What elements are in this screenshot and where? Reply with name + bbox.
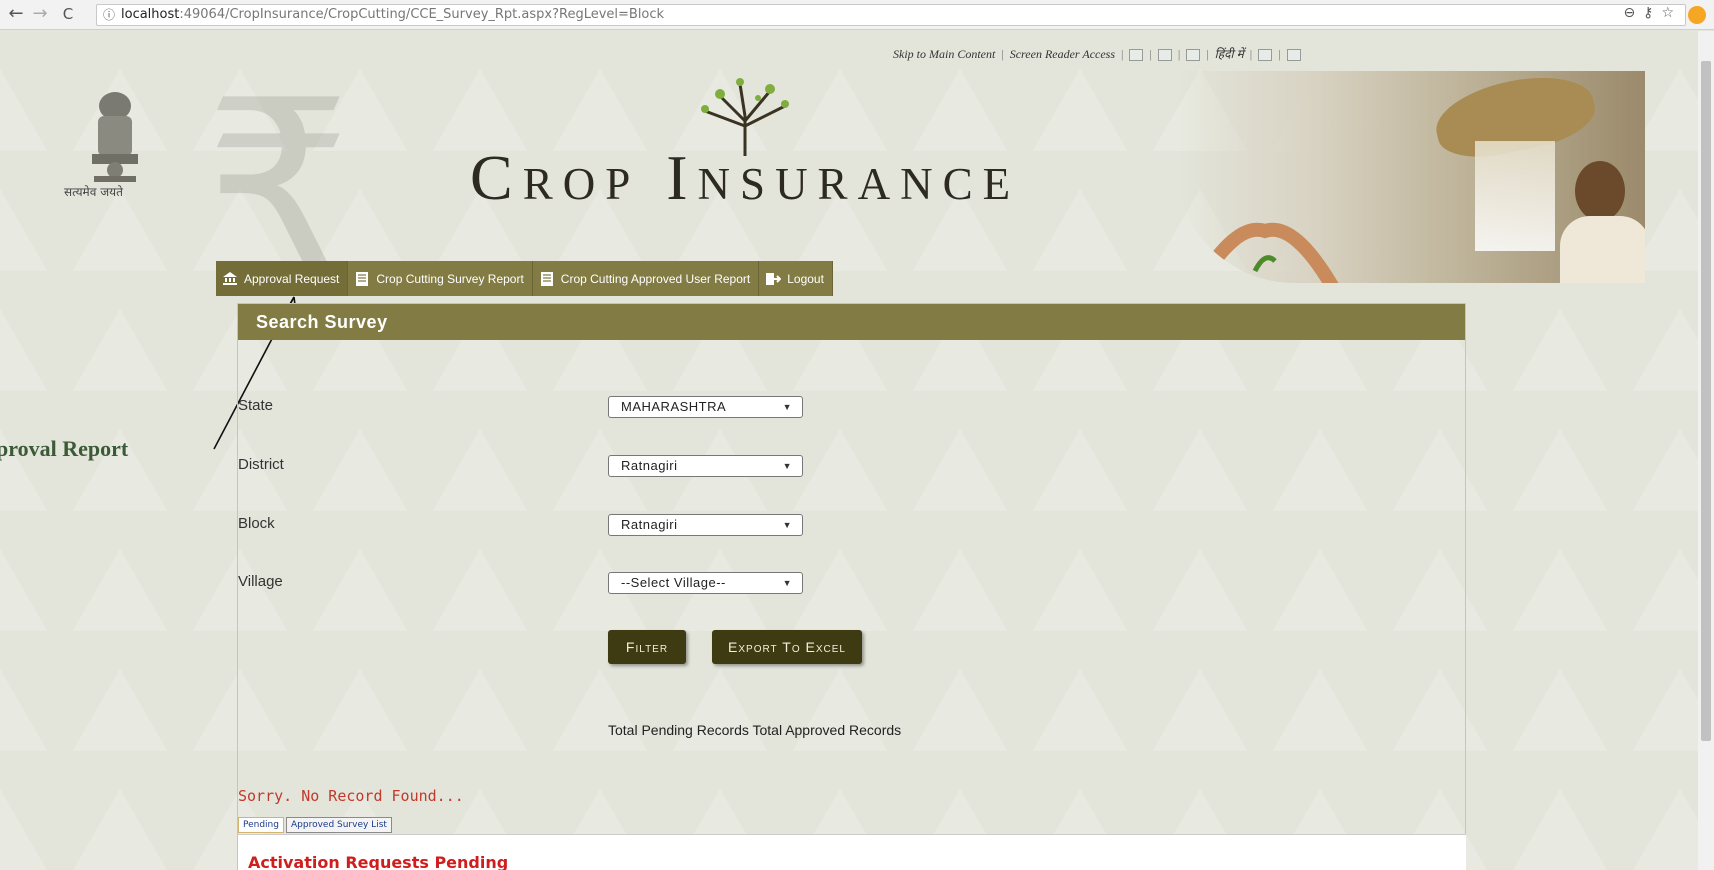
info-icon[interactable]: ⓘ xyxy=(103,5,115,25)
pending-content: Activation Requests Pending xyxy=(238,834,1466,870)
theme-icon[interactable] xyxy=(1286,49,1301,62)
extension-icon[interactable] xyxy=(1688,6,1706,24)
browser-toolbar: ← → C ⓘ localhost:49064/CropInsurance/Cro… xyxy=(0,0,1714,30)
font-decrease-icon[interactable] xyxy=(1129,49,1144,62)
state-value: MAHARASHTRA xyxy=(621,399,727,414)
report-document-icon xyxy=(356,271,369,286)
dropdown-arrow-icon: ▼ xyxy=(782,578,792,588)
contrast-icon[interactable] xyxy=(1258,49,1273,62)
dropdown-arrow-icon: ▼ xyxy=(782,402,792,412)
government-building-icon xyxy=(223,271,237,285)
menu-label: Approval Request xyxy=(244,271,340,286)
state-label: State xyxy=(238,397,274,414)
report-document-icon xyxy=(540,271,553,286)
page-body: Skip to Main Content | Screen Reader Acces… xyxy=(0,31,1714,870)
menu-label: Logout xyxy=(787,271,824,286)
pending-title: Activation Requests Pending xyxy=(248,853,509,870)
emblem-caption: सत्यमेव जयते xyxy=(64,185,123,199)
url-host: localhost xyxy=(121,7,180,22)
no-record-message: Sorry. No Record Found... xyxy=(238,787,464,805)
district-label: District xyxy=(238,456,284,473)
village-value: --Select Village-- xyxy=(621,575,726,590)
url-path: :49064/CropInsurance/CropCutting/CCE_Sur… xyxy=(179,7,665,22)
block-value: Ratnagiri xyxy=(621,517,678,532)
tab-pending[interactable]: Pending xyxy=(238,817,284,833)
site-title: Crop Insurance xyxy=(470,142,1021,213)
village-select[interactable]: --Select Village-- ▼ xyxy=(608,572,803,594)
bookmark-star-icon[interactable]: ☆ xyxy=(1661,5,1674,21)
zoom-icon[interactable]: ⊖ xyxy=(1623,5,1635,21)
browser-action-icons: ⊖ ⚷ ☆ xyxy=(1615,5,1674,21)
main-menu: Approval Request Crop Cutting Survey Rep… xyxy=(216,261,833,296)
menu-crop-cutting-approved-user-report[interactable]: Crop Cutting Approved User Report xyxy=(533,261,760,296)
dropdown-arrow-icon: ▼ xyxy=(782,520,792,530)
menu-label: Crop Cutting Approved User Report xyxy=(560,271,751,286)
block-select[interactable]: Ratnagiri ▼ xyxy=(608,514,803,536)
menu-approval-request[interactable]: Approval Request xyxy=(216,261,349,296)
hindi-link[interactable]: हिंदी में xyxy=(1215,47,1244,61)
accessibility-bar: Skip to Main Content | Screen Reader Acces… xyxy=(893,45,1301,62)
menu-label: Crop Cutting Survey Report xyxy=(376,271,524,286)
forward-icon[interactable]: → xyxy=(30,4,50,24)
page-scrollbar[interactable] xyxy=(1698,31,1714,870)
logout-icon xyxy=(766,272,782,285)
font-increase-icon[interactable] xyxy=(1186,49,1201,62)
scrollbar-thumb[interactable] xyxy=(1701,61,1711,741)
panel-title: Search Survey xyxy=(238,304,1465,340)
menu-logout[interactable]: Logout xyxy=(759,261,833,296)
district-select[interactable]: Ratnagiri ▼ xyxy=(608,455,803,477)
filter-button[interactable]: Filter xyxy=(608,630,686,664)
block-label: Block xyxy=(238,515,275,532)
annotation-label: proval Report xyxy=(0,436,129,461)
menu-crop-cutting-survey-report[interactable]: Crop Cutting Survey Report xyxy=(348,261,533,296)
records-totals: Total Pending Records Total Approved Rec… xyxy=(608,722,902,738)
tab-approved-survey-list[interactable]: Approved Survey List xyxy=(285,817,392,833)
screen-reader-link[interactable]: Screen Reader Access xyxy=(1010,47,1115,61)
search-survey-panel: Search Survey State MAHARASHTRA ▼ Distri… xyxy=(237,303,1466,870)
dropdown-arrow-icon: ▼ xyxy=(782,461,792,471)
skip-to-main-link[interactable]: Skip to Main Content xyxy=(893,47,995,61)
survey-tabs: Pending Approved Survey List xyxy=(238,817,394,833)
farmer-banner-image xyxy=(1175,71,1645,283)
village-label: Village xyxy=(238,573,283,590)
reload-icon[interactable]: C xyxy=(58,4,78,24)
font-normal-icon[interactable] xyxy=(1157,49,1172,62)
export-to-excel-button[interactable]: Export To Excel xyxy=(712,630,862,664)
district-value: Ratnagiri xyxy=(621,458,678,473)
back-icon[interactable]: ← xyxy=(6,4,26,24)
state-select[interactable]: MAHARASHTRA ▼ xyxy=(608,396,803,418)
key-icon[interactable]: ⚷ xyxy=(1643,5,1653,21)
address-bar[interactable]: ⓘ localhost:49064/CropInsurance/CropCutti… xyxy=(96,4,1686,26)
